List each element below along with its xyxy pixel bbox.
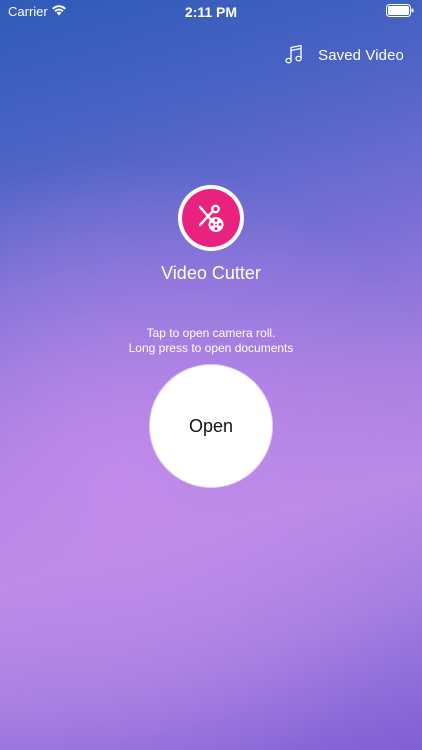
saved-video-label: Saved Video — [318, 46, 404, 64]
saved-video-button[interactable]: Saved Video — [284, 44, 404, 66]
app-title: Video Cutter — [161, 263, 261, 283]
instructions-line-2: Long press to open documents — [128, 341, 294, 355]
open-button-label: Open — [188, 415, 234, 436]
music-note-icon — [285, 44, 302, 64]
scissors-film-icon — [198, 204, 224, 232]
instructions-text: Tap to open camera roll. Long press to o… — [0, 326, 422, 356]
open-button[interactable]: Open — [150, 365, 272, 487]
status-bar: Carrier 2:11 PM — [0, 0, 422, 24]
battery-icon — [386, 4, 414, 17]
instructions-line-1: Tap to open camera roll. — [146, 326, 276, 340]
status-time: 2:11 PM — [184, 4, 238, 20]
app-logo-inner — [182, 189, 240, 247]
app-logo — [178, 185, 244, 251]
